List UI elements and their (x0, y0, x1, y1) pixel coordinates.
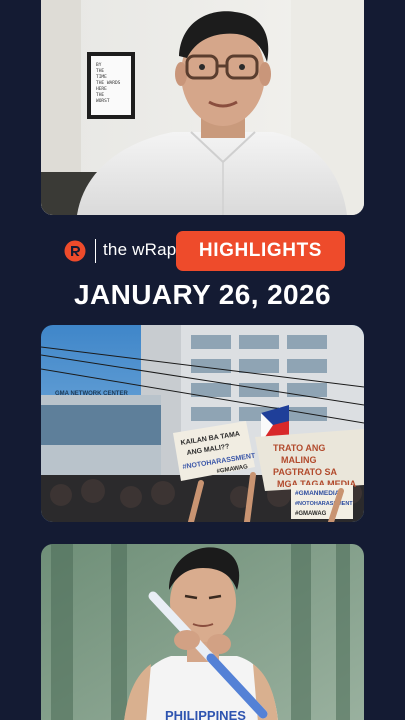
page: BY THE TIME THE WARDS HERE THE WORST the… (0, 0, 405, 720)
frame-line: BY (96, 62, 102, 68)
building-sign: GMA NETWORK CENTER (55, 391, 128, 397)
brand-name: the wRap (103, 240, 177, 259)
interview-image: BY THE TIME THE WARDS HERE THE WORST (41, 0, 364, 215)
frame-line: TIME (96, 74, 107, 80)
sign-line: #GMANMEDIA (295, 490, 340, 497)
sign-line: PAGTRATO SA (273, 467, 338, 477)
story-card-interview[interactable]: BY THE TIME THE WARDS HERE THE WORST (41, 0, 364, 215)
frame-line: THE WARDS (96, 80, 121, 86)
protest-image: GMA NETWORK CENTER KAILAN BA TAMA ANG MA… (41, 325, 364, 522)
rappler-logo-icon (64, 240, 86, 262)
brand-divider (95, 239, 96, 263)
sign-line: #NOTOHARASSMENT (295, 501, 353, 507)
jersey-text: PHILIPPINES (165, 708, 246, 720)
sign-line: TRATO ANG (273, 443, 325, 453)
story-card-athlete[interactable]: PHILIPPINES (41, 544, 364, 720)
frame-line: THE (96, 68, 104, 74)
frame-line: HERE (96, 86, 107, 92)
story-card-protest[interactable]: GMA NETWORK CENTER KAILAN BA TAMA ANG MA… (41, 325, 364, 522)
athlete-image: PHILIPPINES (41, 544, 364, 720)
wall-frame: BY THE TIME THE WARDS HERE THE WORST (87, 52, 135, 119)
frame-line: WORST (96, 98, 110, 104)
highlights-button[interactable]: HIGHLIGHTS (176, 231, 345, 271)
brand-row: the wRap HIGHLIGHTS (0, 231, 405, 271)
protest-sign-right: TRATO ANG MALING PAGTRATO SA MGA TAGA ME… (255, 429, 364, 491)
sign-line: #GMAWAG (295, 511, 327, 517)
frame-line: THE (96, 92, 104, 98)
date-heading: JANUARY 26, 2026 (74, 279, 331, 310)
sign-line: MALING (281, 455, 317, 465)
protest-sign-bottom: #GMANMEDIA #NOTOHARASSMENT #GMAWAG (291, 485, 353, 519)
